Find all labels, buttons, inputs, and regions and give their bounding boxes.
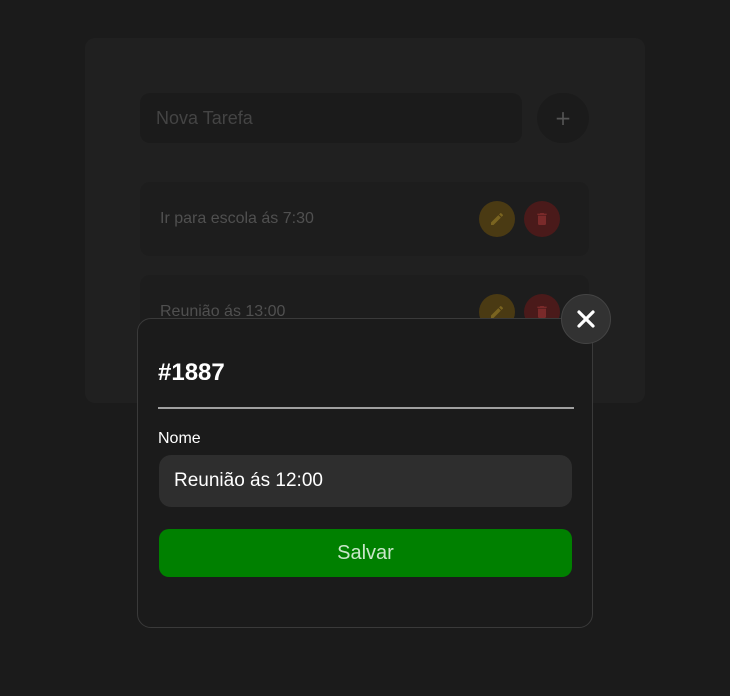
- new-task-input[interactable]: [140, 93, 522, 143]
- close-modal-button[interactable]: [561, 294, 611, 344]
- trash-icon: [537, 213, 547, 225]
- edit-task-button[interactable]: [479, 201, 515, 237]
- task-name-input[interactable]: [159, 455, 572, 507]
- save-button[interactable]: Salvar: [159, 529, 572, 577]
- name-field-label: Nome: [158, 430, 201, 447]
- delete-task-button[interactable]: [524, 201, 560, 237]
- add-task-button[interactable]: +: [537, 93, 589, 143]
- close-icon: [577, 310, 595, 328]
- task-label: Ir para escola ás 7:30: [160, 210, 314, 227]
- plus-icon: +: [554, 106, 572, 130]
- task-item: Ir para escola ás 7:30: [140, 182, 589, 256]
- modal-divider: [158, 407, 574, 409]
- edit-task-modal: #1887 Nome Salvar: [137, 318, 593, 628]
- modal-title: #1887: [158, 359, 225, 386]
- pencil-icon: [491, 213, 503, 225]
- screen: + Ir para escola ás 7:30 Reunião ás 13:0…: [0, 0, 730, 696]
